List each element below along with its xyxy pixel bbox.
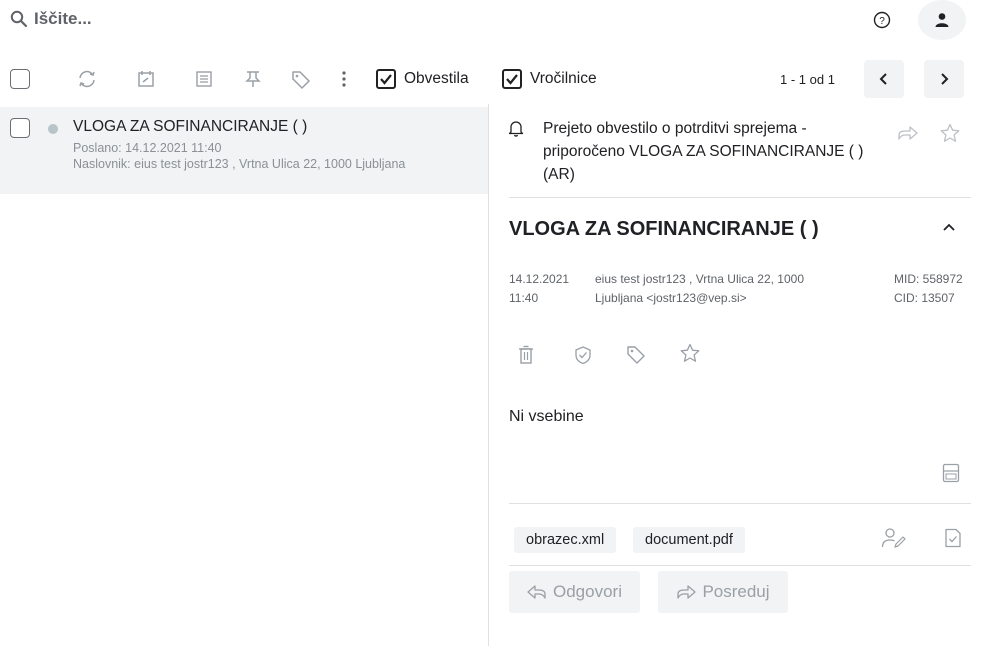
sender-line-1: eius test jostr123 , Vrtna Ulica 22, 100… [595,272,805,286]
divider [509,503,971,504]
verify-button[interactable] [573,345,593,365]
filter-vrocilnice[interactable]: Vročilnice [502,64,597,94]
message-date-value: 14.12.2021 [509,272,570,286]
calculator-icon [942,463,960,483]
refresh-button[interactable] [75,64,99,94]
forward-icon [897,124,919,142]
more-button[interactable] [338,64,350,94]
pagination-info: 1 - 1 od 1 [780,64,835,94]
list-item-title: VLOGA ZA SOFINANCIRANJE ( ) [73,118,308,135]
collapse-button[interactable] [942,222,956,232]
divider [509,197,971,198]
list-item-sent: Poslano: 14.12.2021 11:40 [73,141,222,155]
message-time-value: 11:40 [509,291,539,305]
star-icon [680,343,700,363]
user-icon [934,12,950,28]
help-icon: ? [873,11,891,29]
sender-line-2: Ljubljana <jostr123@vep.si> [595,291,747,305]
pin-icon [244,70,262,88]
forward-button[interactable]: Posreduj [658,571,788,613]
notification-text: Prejeto obvestilo o potrditvi sprejema -… [543,120,864,183]
delete-button[interactable] [517,345,535,365]
chevron-up-icon [942,222,956,232]
document-check-icon [944,528,962,548]
chevron-right-icon [938,73,950,85]
tag-icon [291,69,311,89]
message-body: Ni vsebine [509,408,584,425]
checkbox-checked-icon [502,69,522,89]
checkbox-checked-icon [376,69,396,89]
calendar-button[interactable] [136,64,156,94]
calendar-icon [137,70,155,88]
next-page-button[interactable] [924,59,964,99]
star-message-button[interactable] [680,343,700,363]
message-mid: MID: 558972 [894,272,963,286]
chevron-left-icon [878,73,890,85]
trash-icon [517,345,535,365]
pin-button[interactable] [243,64,263,94]
message-sender: eius test jostr123 , Vrtna Ulica 22, 100… [595,270,804,308]
select-all-checkbox[interactable] [10,64,30,94]
attachment-chip[interactable]: document.pdf [633,527,745,553]
reply-button[interactable]: Odgovori [509,571,640,613]
list-item-recipient: Naslovnik: eius test jostr123 , Vrtna Ul… [73,157,406,171]
sign-button[interactable] [881,527,907,549]
svg-text:?: ? [879,16,885,27]
shield-check-icon [573,345,593,365]
user-edit-icon [881,527,907,549]
pane-divider [488,104,489,646]
star-header-button[interactable] [940,123,960,143]
refresh-icon [76,68,98,90]
row-checkbox[interactable] [10,118,30,138]
bell-icon [508,119,524,137]
toolbar: Obvestila Vročilnice 1 - 1 od 1 [0,60,990,98]
message-ids: MID: 558972 CID: 13507 [894,270,963,308]
tag-message-button[interactable] [626,344,646,364]
pagination-text: 1 - 1 od 1 [780,71,835,87]
calculator-button[interactable] [942,463,960,483]
divider [509,565,971,566]
list-view-button[interactable] [194,64,214,94]
tag-button[interactable] [290,64,312,94]
message-title: VLOGA ZA SOFINANCIRANJE ( ) [509,218,819,240]
list-item[interactable]: VLOGA ZA SOFINANCIRANJE ( ) Poslano: 14.… [0,107,488,194]
star-icon [940,123,960,143]
message-date: 14.12.2021 11:40 [509,270,569,308]
unread-indicator [48,124,58,134]
help-button[interactable]: ? [873,11,891,29]
filter-obvestila[interactable]: Obvestila [376,64,469,94]
list-icon [195,70,213,88]
search-input[interactable]: Iščite... [34,9,92,29]
forward-icon [676,583,697,601]
tag-icon [626,344,646,364]
forward-label: Posreduj [702,582,770,601]
avatar[interactable] [918,0,966,40]
filter-vrocilnice-label: Vročilnice [530,70,597,87]
reply-label: Odgovori [553,582,622,601]
more-vert-icon [341,70,347,88]
search-bar[interactable]: Iščite... [10,8,92,30]
attachment-chip[interactable]: obrazec.xml [514,527,617,553]
filter-obvestila-label: Obvestila [404,70,469,87]
forward-header-button[interactable] [897,124,919,142]
reply-icon [527,583,547,601]
message-cid: CID: 13507 [894,291,955,305]
search-icon [10,10,28,28]
verify-document-button[interactable] [944,528,962,548]
prev-page-button[interactable] [864,59,904,99]
